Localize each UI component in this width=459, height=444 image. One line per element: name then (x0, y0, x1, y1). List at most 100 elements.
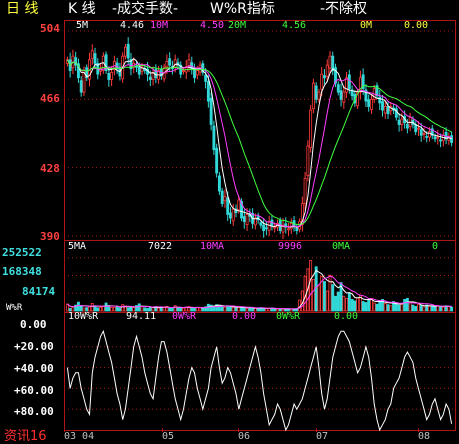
indicator1-label[interactable]: -成交手数- (112, 1, 178, 17)
wr-c-legend-label: 0W%R (276, 311, 301, 322)
candle-body (123, 46, 127, 57)
candle-body (317, 91, 321, 100)
period-label[interactable]: 日 线 (6, 1, 38, 17)
x-label-0304: 03 04 (64, 431, 95, 442)
ma20-legend-value: 4.56 (282, 20, 307, 31)
volume-bar (450, 306, 454, 312)
candle-body (370, 98, 373, 110)
volume-bar (433, 306, 437, 312)
candle-body (220, 190, 224, 205)
volume-bar (383, 303, 387, 312)
wr-y-label-20: +20.00 (14, 340, 54, 353)
candle-body (381, 101, 384, 111)
candle-body (419, 129, 423, 136)
x-label-07: 07 (316, 431, 329, 442)
candle-body (416, 127, 420, 130)
wr-y-label-60: +60.00 (14, 384, 54, 397)
volume-bar (101, 305, 105, 312)
volume-bar (439, 306, 443, 312)
volume-bar (328, 274, 332, 312)
indicator2-label[interactable]: W%R指标 (210, 1, 275, 17)
candle-body (231, 208, 235, 222)
volume-bar (361, 301, 365, 312)
candle-body (237, 199, 241, 211)
vol-ma0-value: 0 (432, 241, 439, 252)
candle-body (336, 84, 340, 93)
volume-bar (367, 299, 371, 312)
vol-ma10-label: 10MA (200, 241, 225, 252)
volume-bar (325, 290, 329, 312)
candle-body (262, 224, 266, 232)
ma10-legend-value: 4.50 (200, 20, 225, 31)
chart-type-label[interactable]: K 线 (68, 1, 96, 17)
candle-body (400, 118, 404, 125)
volume-bar (137, 303, 141, 312)
volume-bar (323, 281, 326, 312)
volume-bar (118, 307, 122, 312)
candle-body (306, 145, 310, 176)
wr-b-legend-value: 0.00 (232, 311, 257, 322)
volume-bar (342, 295, 346, 312)
candle-body (165, 61, 169, 68)
candle-body (223, 196, 227, 202)
candle-body (107, 73, 111, 80)
x-label-05: 05 (162, 431, 175, 442)
volume-bar (356, 297, 360, 312)
volume-bar (375, 303, 379, 312)
candle-body (345, 77, 349, 93)
candle-body (168, 58, 172, 66)
volume-bar (168, 307, 172, 312)
price-y-label-428: 428 (40, 162, 60, 175)
volume-bar (110, 307, 114, 312)
candle-body (328, 55, 332, 69)
candle-body (126, 43, 130, 59)
candle-body (212, 125, 216, 151)
adjust-label[interactable]: -不除权 (320, 1, 367, 17)
candle-body (436, 136, 440, 139)
ma30-legend-label: 0M (360, 20, 373, 31)
candle-body (422, 133, 426, 135)
price-y-label-466: 466 (40, 92, 60, 105)
candle-body (195, 70, 199, 76)
candle-body (314, 85, 318, 100)
volume-bar (353, 300, 357, 312)
candle-body (386, 106, 390, 115)
candle-body (405, 123, 409, 129)
candle-body (339, 90, 343, 100)
candle-body (148, 76, 152, 80)
volume-bar (336, 291, 340, 312)
volume-y-label-84174: 84174 (22, 285, 56, 298)
candle-body (93, 53, 97, 64)
candle-body (383, 106, 387, 114)
wr-y-label-80: +80.00 (14, 405, 54, 418)
volume-bar (201, 307, 205, 312)
volume-bar (405, 297, 409, 312)
candle-body (173, 59, 177, 68)
candle-body (206, 80, 210, 102)
volume-bar (99, 306, 103, 312)
watermark: 资讯16 (4, 429, 47, 444)
candle-body (309, 109, 313, 148)
candle-body (90, 50, 94, 59)
volume-bar (347, 292, 351, 312)
wr-panel-title: W%R (6, 303, 23, 313)
candle-body (229, 212, 232, 219)
wr-c-legend-value: 0.00 (334, 311, 359, 322)
vol-ma5-value: 7022 (148, 241, 173, 252)
candle-body (295, 228, 299, 232)
ma5-legend-label: 5M (76, 20, 89, 31)
candle-body (226, 197, 230, 215)
volume-bar (104, 302, 108, 312)
price-y-label-390: 390 (40, 230, 60, 243)
wr10-legend-value: 94.11 (126, 311, 157, 322)
wr-b-legend-label: 0W%R (172, 311, 197, 322)
candle-body (311, 82, 315, 110)
candle-body (264, 227, 268, 230)
candle-body (273, 226, 277, 229)
volume-bar (121, 304, 125, 312)
vol-ma0-label: 0MA (332, 241, 351, 252)
x-label-08: 08 (418, 431, 431, 442)
volume-bar (345, 297, 349, 312)
volume-bar (364, 302, 368, 312)
volume-bar (400, 303, 404, 312)
